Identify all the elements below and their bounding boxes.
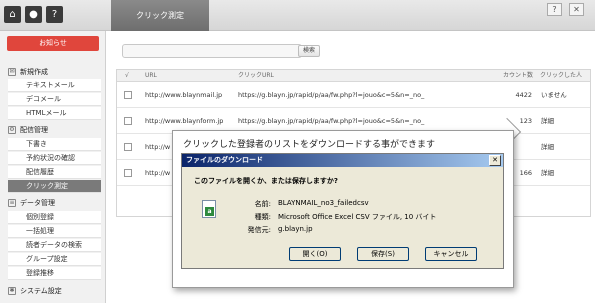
- sidebar-item-trend[interactable]: 登録推移: [8, 267, 101, 280]
- search-button[interactable]: 検索: [298, 45, 320, 57]
- sidebar-item-group[interactable]: グループ設定: [8, 253, 101, 266]
- sidebar-item-click[interactable]: クリック測定: [8, 180, 101, 193]
- cell-url[interactable]: http://www.blaynmail.jp: [145, 83, 222, 108]
- news-button[interactable]: お知らせ: [7, 36, 99, 51]
- from-value: g.blayn.jp: [278, 225, 313, 233]
- type-value: Microsoft Office Excel CSV ファイル, 10 バイト: [278, 213, 437, 221]
- cell-url[interactable]: http://w: [145, 135, 170, 160]
- sidebar-item-draft[interactable]: 下書き: [8, 138, 101, 151]
- row-checkbox[interactable]: [124, 143, 132, 151]
- excel-file-icon: a: [202, 200, 216, 218]
- home-icon[interactable]: ⌂: [4, 6, 21, 23]
- sidebar-item-bulk[interactable]: 一括処理: [8, 225, 101, 238]
- open-button[interactable]: 開く(O): [289, 247, 341, 261]
- row-checkbox[interactable]: [124, 117, 132, 125]
- sidebar-item-text-mail[interactable]: テキストメール: [8, 79, 101, 92]
- help-icon[interactable]: ?: [46, 6, 63, 23]
- type-label: 種類:: [254, 213, 271, 221]
- section-new[interactable]: ✉ 新規作成: [5, 66, 101, 78]
- sidebar-item-reserve[interactable]: 予約状況の確認: [8, 152, 101, 165]
- save-button[interactable]: 保存(S): [357, 247, 409, 261]
- header-count: カウント数: [503, 72, 534, 79]
- tab-click-measurement[interactable]: クリック測定: [111, 0, 209, 31]
- cancel-button[interactable]: キャンセル: [425, 247, 477, 261]
- row-checkbox[interactable]: [124, 91, 132, 99]
- section-label: データ管理: [20, 199, 55, 207]
- file-download-dialog: ファイルのダウンロード ✕ このファイルを開くか、または保存しますか? a 名前…: [181, 153, 504, 269]
- header-url: URL: [145, 72, 157, 79]
- header-people: クリックした人: [540, 72, 583, 79]
- dialog-close-button[interactable]: ✕: [489, 155, 501, 166]
- dialog-title: ファイルのダウンロード: [182, 154, 503, 167]
- sidebar-item-individual[interactable]: 個別登録: [8, 211, 101, 224]
- cell-people: いません: [541, 91, 567, 99]
- section-delivery[interactable]: ⚙ 配信管理: [5, 124, 101, 136]
- section-label: 配信管理: [20, 126, 48, 134]
- cell-people-link[interactable]: 詳細: [541, 109, 554, 134]
- settings-icon: ✱: [8, 287, 16, 295]
- from-label: 発信元:: [247, 226, 271, 234]
- cell-people-link[interactable]: 詳細: [541, 135, 554, 160]
- sidebar-item-deco-mail[interactable]: デコメール: [8, 93, 101, 106]
- close-button[interactable]: ✕: [569, 3, 584, 16]
- cell-count: 4422: [515, 91, 532, 99]
- top-bar: ⌂ ● ? クリック測定 ? ✕: [0, 0, 595, 31]
- sidebar-item-html-mail[interactable]: HTMLメール: [8, 107, 101, 120]
- gear-icon: ⚙: [8, 126, 16, 134]
- table-header: √ URL クリックURL カウント数 クリックした人: [117, 70, 590, 82]
- sidebar: お知らせ ✉ 新規作成 テキストメール デコメール HTMLメール ⚙ 配信管理…: [0, 31, 106, 303]
- list-icon: ≡: [8, 199, 16, 207]
- cell-click-url: https://g.blayn.jp/rapid/p/aa/fw.php?l=j…: [238, 91, 425, 99]
- section-label: システム設定: [20, 287, 62, 295]
- dialog-question: このファイルを開くか、または保存しますか?: [194, 177, 338, 185]
- user-icon[interactable]: ●: [25, 6, 42, 23]
- header-check: √: [125, 72, 129, 79]
- sidebar-item-search[interactable]: 読者データの検索: [8, 239, 101, 252]
- row-checkbox[interactable]: [124, 169, 132, 177]
- name-label: 名前:: [254, 200, 271, 208]
- cell-url[interactable]: http://w: [145, 161, 170, 186]
- callout-text: クリックした登録者のリストをダウンロードする事ができます: [183, 140, 436, 150]
- name-value: BLAYNMAIL_no3_failedcsv: [278, 199, 369, 207]
- sidebar-item-history[interactable]: 配信履歴: [8, 166, 101, 179]
- excel-badge-icon: a: [205, 207, 214, 216]
- section-data[interactable]: ≡ データ管理: [5, 197, 101, 209]
- section-system[interactable]: ✱ システム設定: [5, 285, 101, 297]
- table-row: http://www.blaynmail.jp https://g.blayn.…: [117, 83, 590, 108]
- mail-icon: ✉: [8, 68, 16, 76]
- header-click-url: クリックURL: [238, 72, 274, 79]
- search-input[interactable]: [122, 44, 302, 58]
- section-label: 新規作成: [20, 68, 48, 76]
- help-button[interactable]: ?: [547, 3, 562, 16]
- cell-people-link[interactable]: 詳細: [541, 161, 554, 186]
